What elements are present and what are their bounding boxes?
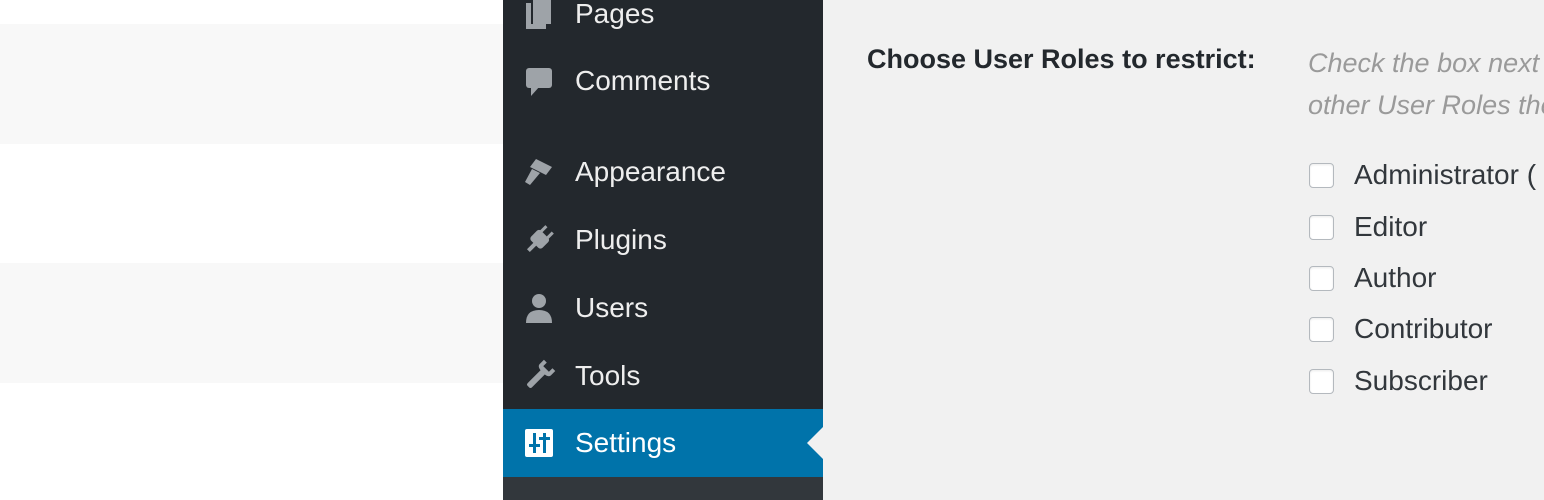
- sidebar-item-label: Settings: [575, 427, 677, 458]
- sidebar-item-comments[interactable]: Comments: [503, 47, 823, 115]
- description-line: Check the box next: [1308, 48, 1540, 78]
- user-roles-label: Choose User Roles to restrict:: [867, 44, 1256, 74]
- description-line: other User Roles the: [1308, 90, 1544, 120]
- table-row-stripe: [0, 24, 503, 144]
- administrator-checkbox[interactable]: [1309, 162, 1334, 188]
- sidebar-item-tools[interactable]: Tools: [503, 342, 823, 410]
- sidebar-item-users[interactable]: Users: [503, 274, 823, 342]
- plugins-icon: [521, 222, 557, 258]
- role-option-author[interactable]: Author: [1309, 262, 1437, 293]
- role-label: Editor: [1354, 211, 1428, 242]
- role-label: Administrator (: [1354, 159, 1537, 190]
- sidebar-item-plugins[interactable]: Plugins: [503, 206, 823, 274]
- settings-form: Choose User Roles to restrict: Check the…: [823, 0, 1544, 500]
- contributor-checkbox[interactable]: [1309, 316, 1334, 342]
- pages-icon: [521, 0, 557, 32]
- tools-icon: [521, 358, 557, 394]
- sidebar-item-settings[interactable]: Settings: [503, 409, 823, 477]
- appearance-icon: [521, 154, 557, 190]
- sidebar-item-label: Tools: [575, 360, 641, 391]
- sidebar-item-pages[interactable]: Pages: [503, 0, 823, 48]
- role-label: Subscriber: [1354, 365, 1488, 396]
- role-label: Contributor: [1354, 313, 1493, 344]
- role-option-administrator[interactable]: Administrator (: [1309, 159, 1537, 190]
- field-description: Check the box next other User Roles the: [1308, 42, 1544, 126]
- role-option-editor[interactable]: Editor: [1309, 211, 1428, 242]
- sidebar-item-appearance[interactable]: Appearance: [503, 138, 823, 206]
- sidebar-item-label: Appearance: [575, 156, 727, 187]
- page-content-left: [0, 0, 503, 500]
- sidebar-item-label: Comments: [575, 65, 711, 96]
- settings-submenu: [503, 477, 823, 500]
- subscriber-checkbox[interactable]: [1309, 368, 1334, 394]
- sidebar-item-label: Pages: [575, 0, 655, 29]
- users-icon: [521, 290, 557, 326]
- sidebar-item-label: Plugins: [575, 224, 667, 255]
- admin-sidebar: Pages Comments Appearance Plugins Users …: [503, 0, 823, 500]
- role-option-subscriber[interactable]: Subscriber: [1309, 365, 1488, 396]
- comments-icon: [521, 63, 557, 99]
- table-row-stripe: [0, 263, 503, 383]
- author-checkbox[interactable]: [1309, 265, 1334, 291]
- settings-icon: [521, 425, 557, 461]
- page: Pages Comments Appearance Plugins Users …: [0, 0, 1544, 500]
- role-label: Author: [1354, 262, 1437, 293]
- sidebar-item-label: Users: [575, 292, 649, 323]
- editor-checkbox[interactable]: [1309, 214, 1334, 240]
- role-option-contributor[interactable]: Contributor: [1309, 313, 1493, 344]
